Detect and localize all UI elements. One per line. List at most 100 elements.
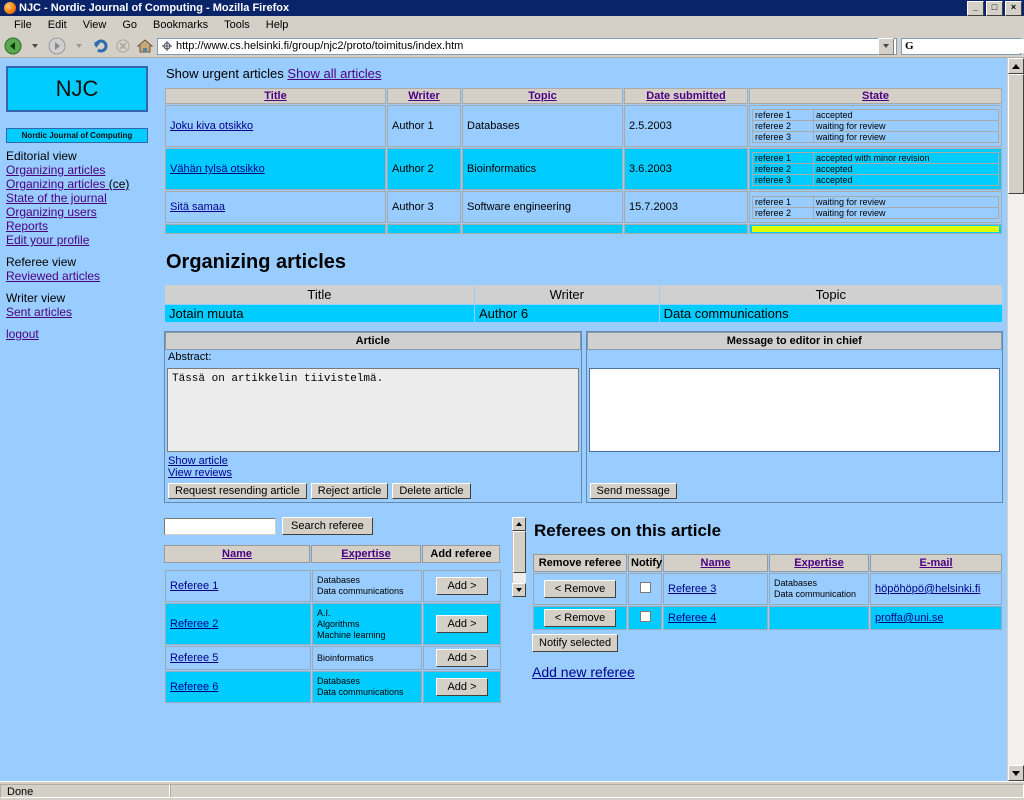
menu-item-help[interactable]: Help [258, 18, 297, 32]
scrollbar-track[interactable] [1008, 74, 1024, 765]
table-row[interactable]: Joku kiva otsikko Author 1 Databases 2.5… [165, 105, 1002, 147]
col-writer[interactable]: Writer [387, 88, 461, 104]
menu-item-go[interactable]: Go [114, 18, 145, 32]
table-row[interactable] [165, 224, 1002, 234]
col-expertise[interactable]: Expertise [311, 545, 421, 563]
scrollbar-thumb[interactable] [513, 531, 526, 573]
menu-item-tools[interactable]: Tools [216, 18, 258, 32]
scrollbar-thumb[interactable] [1008, 74, 1024, 194]
delete-article-button[interactable]: Delete article [392, 483, 471, 499]
article-title-link[interactable]: Joku kiva otsikko [170, 120, 253, 132]
list-item[interactable]: Referee 6 Databases Data communications … [165, 671, 501, 703]
referee-name-link[interactable]: Referee 6 [170, 681, 218, 693]
col-name[interactable]: Name [663, 554, 768, 572]
stop-icon[interactable] [113, 36, 133, 56]
maximize-icon[interactable]: □ [986, 0, 1003, 16]
sidebar-item-organizing-users[interactable]: Organizing users [6, 205, 154, 219]
sidebar-item-edit-profile[interactable]: Edit your profile [6, 233, 154, 247]
scroll-down-icon[interactable] [1008, 765, 1024, 781]
cell-date: 2.5.2003 [624, 105, 748, 147]
forward-dropdown-icon[interactable] [69, 36, 89, 56]
show-all-articles-link[interactable]: Show all articles [287, 66, 381, 81]
referee-name-link[interactable]: Referee 3 [668, 583, 716, 595]
sidebar: NJC Nordic Journal of Computing Editoria… [0, 58, 160, 781]
reload-icon[interactable] [91, 36, 111, 56]
table-row[interactable]: < Remove Referee 4 proffa@uni.se [533, 606, 1002, 630]
sidebar-item-state-of-journal[interactable]: State of the journal [6, 191, 154, 205]
back-dropdown-icon[interactable] [25, 36, 45, 56]
col-email[interactable]: E-mail [870, 554, 1002, 572]
col-topic[interactable]: Topic [462, 88, 623, 104]
message-textarea[interactable] [589, 369, 999, 451]
notify-selected-button[interactable]: Notify selected [532, 634, 619, 652]
sidebar-item-sent-articles[interactable]: Sent articles [6, 305, 154, 319]
referee-email-link[interactable]: proffa@uni.se [875, 612, 943, 624]
cell-state [749, 224, 1002, 234]
scrollbar-track[interactable] [512, 531, 526, 583]
close-icon[interactable]: × [1005, 0, 1022, 16]
address-bar[interactable]: http://www.cs.helsinki.fi/group/njc2/pro… [157, 37, 897, 55]
cell-notify [628, 573, 662, 605]
home-icon[interactable] [135, 36, 155, 56]
table-row[interactable]: Sitä samaa Author 3 Software engineering… [165, 191, 1002, 223]
address-dropdown-icon[interactable] [878, 37, 894, 55]
sidebar-item-logout[interactable]: logout [6, 327, 154, 341]
referee-list-scrollbar[interactable] [512, 517, 526, 597]
sidebar-item-reviewed-articles[interactable]: Reviewed articles [6, 269, 154, 283]
minimize-icon[interactable]: _ [967, 0, 984, 16]
table-row[interactable]: Jotain muuta Author 6 Data communication… [165, 305, 1002, 322]
table-row[interactable]: < Remove Referee 3 Databases Data commun… [533, 573, 1002, 605]
sidebar-item-reports[interactable]: Reports [6, 219, 154, 233]
referee-name-link[interactable]: Referee 4 [668, 612, 716, 624]
page-scrollbar[interactable] [1007, 58, 1024, 781]
referee-name-link[interactable]: Referee 5 [170, 652, 218, 664]
sidebar-item-organizing-articles[interactable]: Organizing articles [6, 163, 154, 177]
referee-name-link[interactable]: Referee 2 [170, 618, 218, 630]
scroll-down-icon[interactable] [512, 583, 526, 597]
menu-item-file[interactable]: File [6, 18, 40, 32]
sidebar-item-organizing-articles-ce[interactable]: Organizing articles (ce) [6, 177, 154, 191]
col-date-submitted[interactable]: Date submitted [624, 88, 748, 104]
notify-checkbox[interactable] [639, 611, 651, 622]
add-referee-button[interactable]: Add > [436, 615, 488, 633]
table-row[interactable]: Vähän tylsä otsikko Author 2 Bioinformat… [165, 148, 1002, 190]
remove-referee-button[interactable]: < Remove [543, 609, 617, 627]
referee-search-row: Search referee [164, 517, 502, 535]
search-bar[interactable]: G [901, 37, 1024, 55]
referee-name-link[interactable]: Referee 1 [170, 580, 218, 592]
cell-remove: < Remove [533, 573, 627, 605]
search-referee-button[interactable]: Search referee [282, 517, 373, 535]
scroll-up-icon[interactable] [1008, 58, 1024, 74]
add-referee-button[interactable]: Add > [436, 649, 488, 667]
referee-email-link[interactable]: höpöhöpö@helsinki.fi [875, 583, 980, 595]
list-item[interactable]: Referee 5 Bioinformatics Add > [165, 646, 501, 670]
notify-checkbox[interactable] [639, 582, 651, 593]
article-title-link[interactable]: Sitä samaa [170, 201, 225, 213]
cell-expertise [769, 606, 869, 630]
add-referee-button[interactable]: Add > [436, 678, 488, 696]
request-resending-article-button[interactable]: Request resending article [168, 483, 307, 499]
send-message-button[interactable]: Send message [589, 483, 677, 499]
remove-referee-button[interactable]: < Remove [543, 580, 617, 598]
col-state[interactable]: State [749, 88, 1002, 104]
show-article-link[interactable]: Show article [168, 455, 578, 467]
col-expertise[interactable]: Expertise [769, 554, 869, 572]
list-item[interactable]: Referee 1 Databases Data communications … [165, 570, 501, 602]
scroll-up-icon[interactable] [512, 517, 526, 531]
add-referee-button[interactable]: Add > [436, 577, 488, 595]
add-new-referee-link[interactable]: Add new referee [532, 664, 635, 680]
article-title-link[interactable]: Vähän tylsä otsikko [170, 163, 265, 175]
menu-item-bookmarks[interactable]: Bookmarks [145, 18, 216, 32]
menu-item-edit[interactable]: Edit [40, 18, 75, 32]
referee-search-input[interactable] [164, 517, 276, 535]
back-icon[interactable] [3, 36, 23, 56]
cell-writer [387, 224, 461, 234]
forward-icon[interactable] [47, 36, 67, 56]
reject-article-button[interactable]: Reject article [310, 483, 389, 499]
col-name[interactable]: Name [164, 545, 310, 563]
view-reviews-link[interactable]: View reviews [168, 467, 578, 479]
menu-item-view[interactable]: View [75, 18, 115, 32]
col-title[interactable]: Title [165, 88, 386, 104]
list-item[interactable]: Referee 2 A.I. Algorithms Machine learni… [165, 603, 501, 645]
search-input[interactable] [916, 39, 1024, 53]
